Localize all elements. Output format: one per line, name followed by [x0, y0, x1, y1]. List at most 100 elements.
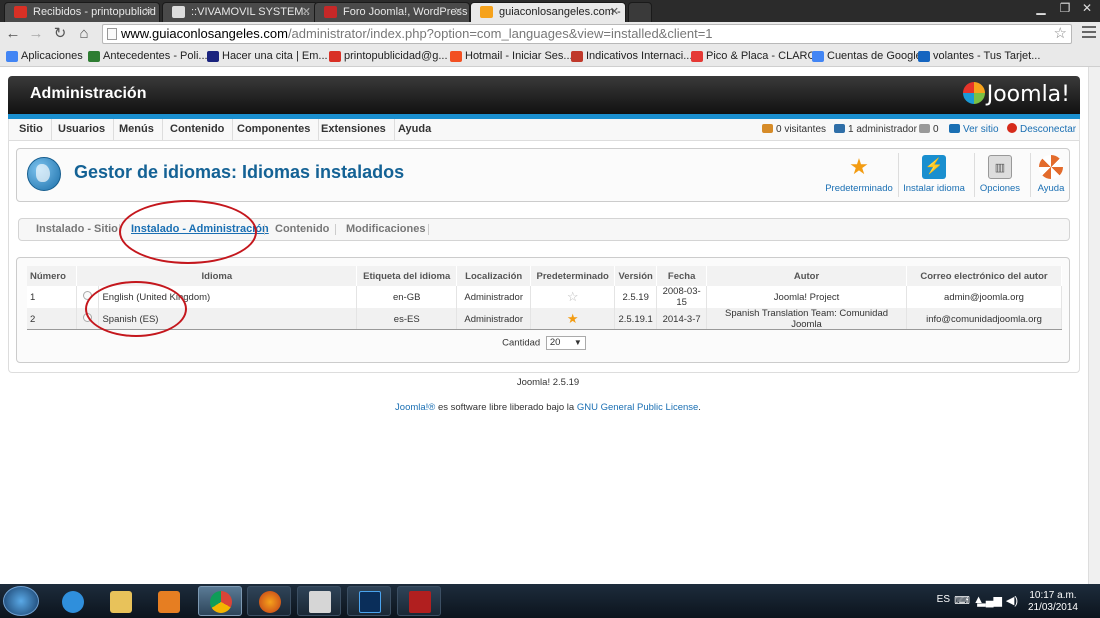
restore-icon[interactable]: ❐: [1054, 0, 1076, 16]
menu-sitio[interactable]: Sitio: [11, 119, 52, 140]
tab-content[interactable]: Contenido: [275, 219, 329, 240]
home-icon[interactable]: ⌂: [74, 24, 94, 44]
bookmark-item[interactable]: Pico & Placa - CLARO: [691, 49, 816, 64]
star-outline-icon[interactable]: ☆: [567, 289, 579, 304]
input-language[interactable]: ES: [937, 594, 950, 605]
system-clock[interactable]: 10:17 a.m. 21/03/2014: [1028, 590, 1078, 614]
page-icon: [107, 28, 117, 40]
col-location[interactable]: Localización: [456, 266, 532, 286]
col-author[interactable]: Autor: [706, 266, 907, 286]
joomla-link[interactable]: Joomla!®: [395, 402, 435, 413]
windows-icon: [450, 51, 462, 62]
bookmark-item[interactable]: Indicativos Internaci...: [571, 49, 692, 64]
footer-version: Joomla! 2.5.19: [516, 377, 580, 388]
row-default[interactable]: ☆: [530, 286, 616, 308]
tab-overrides[interactable]: Modificaciones: [346, 219, 425, 240]
page-viewport: Administración Joomla! Sitio Usuarios Me…: [0, 67, 1088, 584]
logo-text: Joomla!: [986, 82, 1070, 107]
options-label: Opciones: [979, 183, 1021, 194]
row-email: admin@joomla.org: [906, 286, 1063, 308]
bookmark-item[interactable]: volantes - Tus Tarjet...: [918, 49, 1040, 64]
bookmark-item[interactable]: Antecedentes - Poli...: [88, 49, 208, 64]
help-button[interactable]: Ayuda: [1035, 153, 1067, 199]
browser-tab-1[interactable]: Recibidos - printopublicid ✕: [4, 2, 160, 22]
close-icon[interactable]: ✕: [144, 3, 153, 21]
view-site-link[interactable]: Ver sitio: [949, 119, 999, 140]
install-language-button[interactable]: ⚡ Instalar idioma: [902, 153, 966, 199]
bookmark-item[interactable]: Hacer una cita | Em...: [207, 49, 328, 64]
gpl-link[interactable]: GNU General Public License: [577, 402, 698, 413]
taskbar-chrome[interactable]: [198, 586, 242, 616]
close-icon[interactable]: ✕: [454, 3, 463, 21]
col-default[interactable]: Predeterminado: [530, 266, 616, 286]
clock-date: 21/03/2014: [1027, 602, 1078, 613]
taskbar-ie[interactable]: [50, 586, 94, 616]
default-button[interactable]: ★ Predeterminado: [823, 153, 895, 199]
options-button[interactable]: ▥ Opciones: [978, 153, 1022, 199]
menu-ayuda[interactable]: Ayuda: [390, 119, 439, 140]
new-tab-button[interactable]: [628, 2, 652, 22]
close-icon[interactable]: ✕: [610, 3, 619, 21]
admin-header: Administración Joomla!: [8, 76, 1080, 114]
forward-icon[interactable]: →: [26, 24, 46, 44]
row-tag: en-GB: [356, 286, 458, 308]
taskbar-explorer[interactable]: [98, 586, 142, 616]
bookmark-label: Cuentas de Google: [827, 50, 922, 62]
menu-menus[interactable]: Menús: [111, 119, 163, 140]
back-icon[interactable]: ←: [3, 24, 23, 44]
admin-icon: [834, 124, 845, 133]
page-scrollbar[interactable]: [1088, 67, 1100, 584]
close-icon[interactable]: ✕: [302, 3, 311, 21]
col-email[interactable]: Correo electrónico del autor: [906, 266, 1063, 286]
help-label: Ayuda: [1037, 183, 1065, 194]
taskbar-photoshop[interactable]: [347, 586, 391, 616]
minimize-icon[interactable]: ▁: [1030, 0, 1052, 16]
browser-tab-3[interactable]: Foro Joomla!, WordPress ✕: [314, 2, 470, 22]
menu-usuarios[interactable]: Usuarios: [50, 119, 115, 140]
apps-icon: [6, 51, 18, 62]
menu-componentes[interactable]: Componentes: [229, 119, 320, 140]
limit-select[interactable]: 20 ▼: [545, 336, 586, 350]
logout-text[interactable]: Desconectar: [1020, 124, 1076, 135]
tab-installed-site[interactable]: Instalado - Sitio: [36, 219, 118, 240]
menu-extensiones[interactable]: Extensiones: [313, 119, 395, 140]
tab-divider: [335, 224, 336, 235]
footer-license: Joomla!® es software libre liberado bajo…: [0, 402, 1088, 413]
col-version[interactable]: Versión: [614, 266, 658, 286]
browser-tab-4[interactable]: guiaconlosangeles.com - ✕: [470, 2, 626, 22]
browser-tab-2[interactable]: ::VIVAMOVIL SYSTEM:: ✕: [162, 2, 318, 22]
logout-link[interactable]: Desconectar: [1007, 119, 1076, 140]
volume-icon[interactable]: ◀): [1006, 594, 1018, 607]
admin-title: Administración: [30, 85, 147, 102]
annotation-circle-language: [85, 281, 187, 337]
bookmark-item[interactable]: Cuentas de Google: [812, 49, 922, 64]
limit-value: 20: [549, 337, 561, 348]
firefox-icon: [259, 591, 281, 613]
col-tag[interactable]: Etiqueta del idioma: [356, 266, 458, 286]
view-site-text[interactable]: Ver sitio: [963, 124, 999, 135]
close-window-icon[interactable]: ✕: [1076, 0, 1098, 16]
taskbar-firefox[interactable]: [247, 586, 291, 616]
menu-contenido[interactable]: Contenido: [162, 119, 234, 140]
bookmark-item[interactable]: printopublicidad@g...: [329, 49, 448, 64]
tab-divider: [264, 224, 265, 235]
bookmark-item[interactable]: Aplicaciones: [6, 49, 83, 64]
joomla-logo-icon: [962, 82, 985, 104]
page-title: Gestor de idiomas: Idiomas instalados: [74, 162, 405, 182]
taskbar-app[interactable]: [297, 586, 341, 616]
tab-label: guiaconlosangeles.com -: [499, 6, 621, 18]
reload-icon[interactable]: ↻: [50, 24, 70, 44]
keyboard-icon[interactable]: ⌨: [954, 594, 970, 607]
col-date[interactable]: Fecha: [656, 266, 708, 286]
site-icon: [88, 51, 100, 62]
chrome-menu-icon[interactable]: [1082, 26, 1096, 40]
taskbar-media[interactable]: [146, 586, 190, 616]
taskbar-acrobat[interactable]: [397, 586, 441, 616]
messages-status[interactable]: 0: [919, 119, 939, 140]
bookmark-star-icon[interactable]: ☆: [1054, 25, 1067, 43]
address-bar[interactable]: www.guiaconlosangeles.com/administrator/…: [102, 24, 1072, 44]
bookmark-item[interactable]: Hotmail - Iniciar Ses...: [450, 49, 573, 64]
start-button[interactable]: [3, 586, 39, 616]
col-number[interactable]: Número: [27, 266, 78, 286]
network-icon[interactable]: ▂▄▆: [977, 594, 1002, 607]
